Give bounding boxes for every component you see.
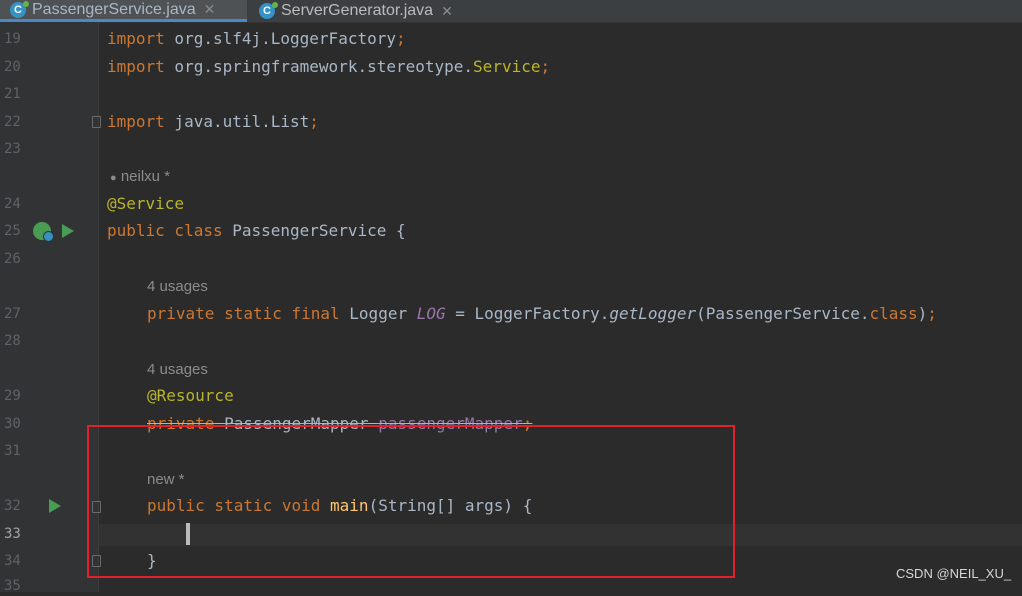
annotation: @Service <box>107 194 185 213</box>
code-text: org.springframework.stereotype. <box>164 57 474 76</box>
tab-server-generator[interactable]: C ServerGenerator.java ✕ <box>249 0 489 22</box>
line-number: 20 <box>4 59 21 75</box>
code-text: PassengerService { <box>222 221 406 240</box>
code-line-25[interactable]: public class PassengerService { <box>107 221 406 241</box>
static-field: LOG <box>416 304 446 323</box>
run-main-icon[interactable] <box>49 499 61 513</box>
line-number: 25 <box>4 223 21 239</box>
line-number: 21 <box>4 86 21 102</box>
line-number: 35 <box>4 578 21 594</box>
editor-tab-bar: C PassengerService.java ✕ C ServerGenera… <box>0 0 1022 23</box>
spring-bean-icon[interactable] <box>33 222 54 242</box>
code-line-22[interactable]: import java.util.List; <box>107 112 319 132</box>
watermark: CSDN @NEIL_XU_ <box>896 566 1012 581</box>
code-text: ) <box>917 304 928 323</box>
tab-passenger-service[interactable]: C PassengerService.java ✕ <box>0 0 247 22</box>
annotation: @Resource <box>147 386 234 405</box>
keyword: import <box>107 57 165 76</box>
line-number: 23 <box>4 141 21 157</box>
semicolon: ; <box>540 57 551 76</box>
annotation-name: Service <box>473 57 541 76</box>
java-class-icon: C <box>259 2 278 19</box>
line-number: 28 <box>4 333 21 349</box>
code-text: Logger <box>339 304 417 323</box>
line-number: 24 <box>4 196 21 212</box>
keyword: import <box>107 112 165 131</box>
line-number: 31 <box>4 443 21 459</box>
author-name: neilxu * <box>120 168 171 185</box>
keyword: class <box>869 304 918 323</box>
line-number: 30 <box>4 416 21 432</box>
line-number: 19 <box>4 31 21 47</box>
line-number: 34 <box>4 553 21 569</box>
tab-label: PassengerService.java <box>32 0 196 18</box>
keyword: public class <box>107 221 223 240</box>
keyword: import <box>107 29 165 48</box>
code-line-20[interactable]: import org.springframework.stereotype.Se… <box>107 57 550 77</box>
line-number-current: 33 <box>4 526 21 542</box>
code-line-19[interactable]: import org.slf4j.LoggerFactory; <box>107 29 406 49</box>
author-hint[interactable]: ● neilxu * <box>110 168 170 186</box>
person-icon: ● <box>110 172 117 184</box>
usages-hint-log[interactable]: 4 usages <box>147 278 208 296</box>
line-number: 27 <box>4 306 21 322</box>
highlight-box <box>87 425 735 578</box>
usages-hint-mapper[interactable]: 4 usages <box>147 361 208 379</box>
java-class-icon: C <box>10 0 29 18</box>
code-line-27[interactable]: private static final Logger LOG = Logger… <box>147 304 937 324</box>
keyword: private static final <box>147 304 340 323</box>
code-text: org.slf4j.LoggerFactory <box>164 29 396 48</box>
static-method-call: getLogger <box>609 304 697 323</box>
close-icon[interactable]: ✕ <box>441 3 453 20</box>
code-text: (PassengerService. <box>696 304 870 323</box>
semicolon: ; <box>927 304 937 323</box>
semicolon: ; <box>309 112 319 131</box>
close-icon[interactable]: ✕ <box>204 1 216 18</box>
run-class-icon[interactable] <box>62 224 74 238</box>
line-number: 26 <box>4 251 21 267</box>
tab-label: ServerGenerator.java <box>281 2 434 19</box>
line-number: 29 <box>4 388 21 404</box>
line-number: 22 <box>4 114 21 130</box>
code-line-24[interactable]: @Service <box>107 194 184 214</box>
code-line-29[interactable]: @Resource <box>147 386 234 406</box>
fold-marker-icon[interactable] <box>92 116 101 128</box>
semicolon: ; <box>395 29 406 48</box>
line-number: 32 <box>4 498 21 514</box>
code-text: java.util.List <box>164 112 310 131</box>
code-text: = LoggerFactory. <box>445 304 610 323</box>
